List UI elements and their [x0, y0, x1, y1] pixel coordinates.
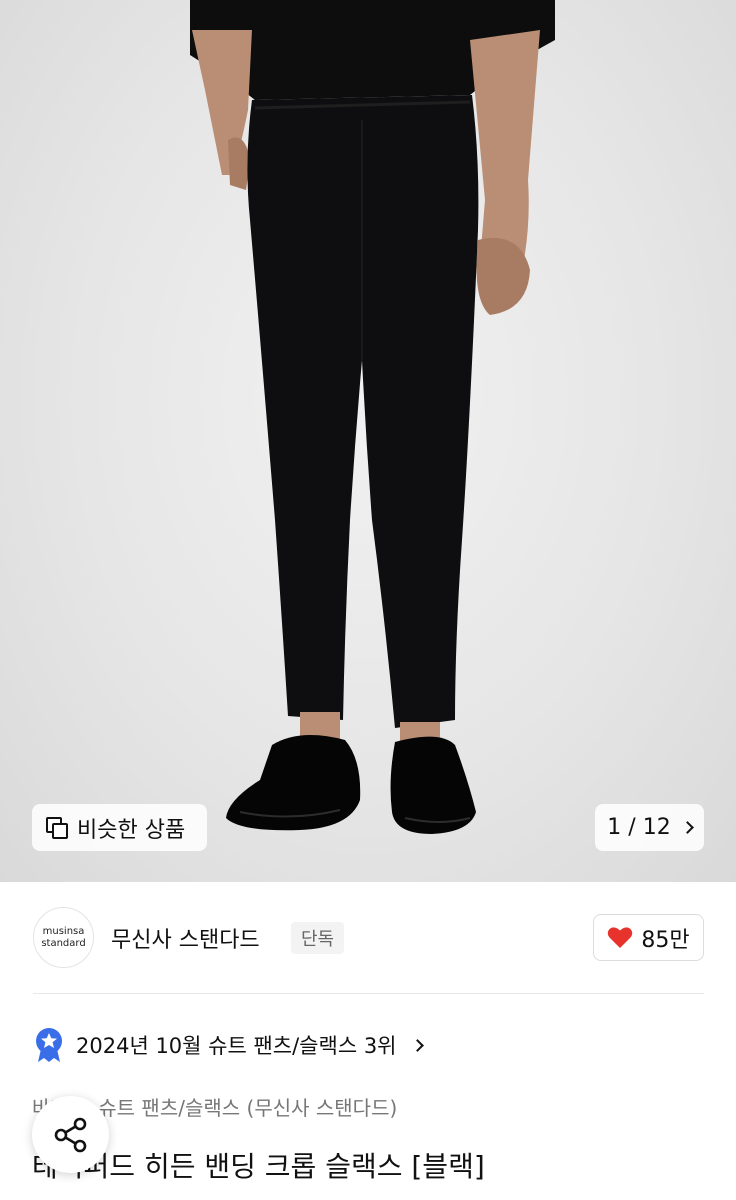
chevron-right-icon — [680, 821, 694, 834]
section-divider — [33, 993, 704, 994]
ranking-link[interactable]: 2024년 10월 슈트 팬츠/슬랙스 3위 — [34, 1025, 424, 1065]
exclusive-badge: 단독 — [291, 922, 345, 954]
heart-icon — [608, 927, 633, 948]
pager-text: 1 / 12 — [607, 815, 670, 840]
ranking-badge-icon — [36, 1028, 62, 1062]
pager-total: 12 — [642, 815, 671, 840]
similar-products-label: 비슷한 상품 — [77, 817, 186, 843]
share-button[interactable] — [32, 1096, 109, 1173]
brand-logo-line1: musinsa — [42, 925, 85, 937]
ranking-text: 2024년 10월 슈트 팬츠/슬랙스 3위 — [76, 1034, 397, 1058]
like-count: 85만 — [641, 927, 690, 953]
brand-name-link[interactable]: 무신사 스탠다드 — [111, 922, 260, 954]
product-image[interactable]: 비슷한 상품 1 / 12 — [0, 0, 736, 882]
similar-products-icon — [46, 816, 68, 839]
pager-current: 1 — [607, 815, 622, 840]
chevron-right-icon — [410, 1038, 424, 1052]
product-photo-model — [190, 0, 555, 834]
brand-logo-line2: standard — [41, 937, 86, 949]
like-button[interactable]: 85만 — [593, 914, 704, 961]
image-pager-button[interactable]: 1 / 12 — [595, 804, 704, 851]
similar-products-button[interactable]: 비슷한 상품 — [32, 804, 207, 851]
brand-logo[interactable]: musinsa standard — [33, 907, 94, 968]
share-icon — [54, 1117, 86, 1152]
pager-separator: / — [628, 815, 636, 840]
